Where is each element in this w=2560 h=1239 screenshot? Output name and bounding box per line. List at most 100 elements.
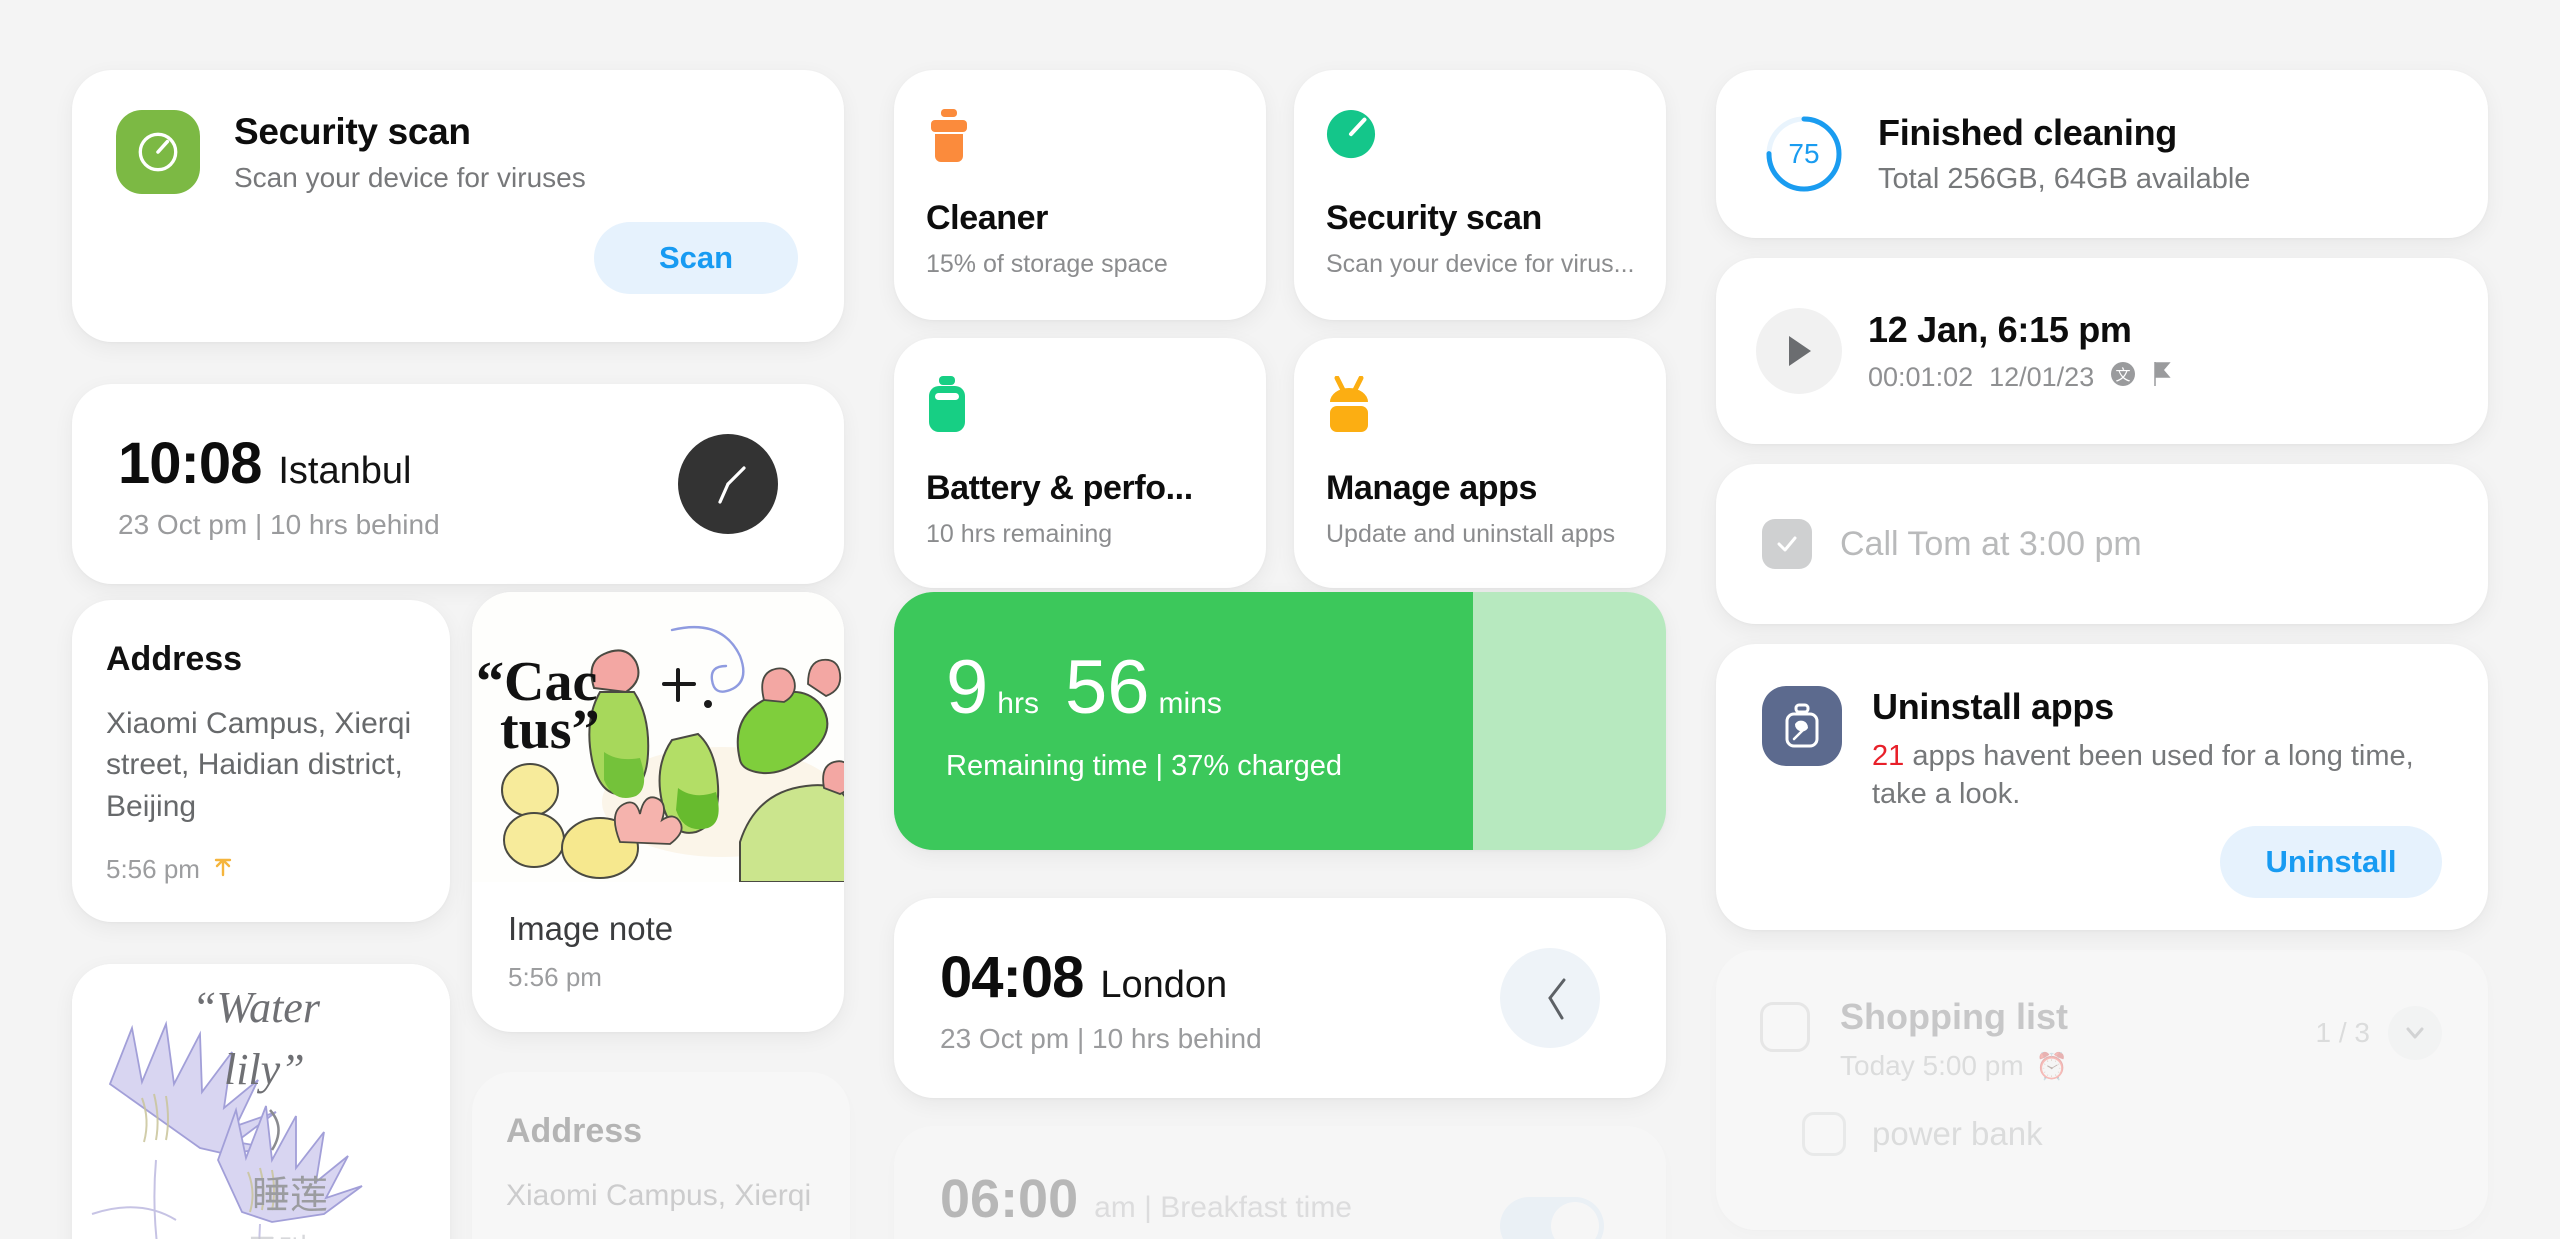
- uninstall-trash-icon: [1762, 686, 1842, 766]
- shopping-item-label: power bank: [1872, 1115, 2043, 1152]
- recording-text: 12 Jan, 6:15 pm 00:01:02 12/01/23 文: [1868, 309, 2172, 394]
- analog-clock-face-icon: [1500, 948, 1600, 1048]
- recording-title: 12 Jan, 6:15 pm: [1868, 308, 2132, 350]
- address-footer: 5:56 pm: [72, 827, 450, 886]
- battery-hours-unit: hrs: [997, 687, 1039, 720]
- tile-manage-apps[interactable]: Manage apps Update and uninstall apps: [1294, 338, 1666, 588]
- shield-scan-icon: [116, 110, 200, 194]
- world-clock-london[interactable]: 04:08 London 23 Oct pm | 10 hrs behind: [894, 898, 1666, 1098]
- tile-battery-subtitle: 10 hrs remaining: [926, 520, 1113, 548]
- water-lily-note-widget[interactable]: “Water lily” 睡莲 又叫: [72, 964, 450, 1239]
- shopping-list-header: Shopping list Today 5:00 pm ⏰ 1 / 3: [1716, 950, 2488, 1082]
- battery-hours: 9: [946, 645, 989, 730]
- shopping-list-count: 1 / 3: [2315, 1017, 2370, 1048]
- clock-london-time: 04:08: [940, 945, 1084, 1010]
- finished-cleaning-text: Finished cleaning Total 256GB, 64GB avai…: [1878, 112, 2250, 196]
- address-title-faded: Address: [506, 1112, 643, 1150]
- shopping-list-subtitle-row: Today 5:00 pm ⏰: [1840, 1050, 2316, 1082]
- tile-cleaner-subtitle: 15% of storage space: [926, 250, 1168, 278]
- address-time: 5:56 pm: [106, 854, 200, 885]
- alarm-meta: am | Breakfast time: [1094, 1191, 1352, 1224]
- image-note-caption: Image note: [508, 910, 674, 947]
- world-clock-istanbul[interactable]: 10:08 Istanbul 23 Oct pm | 10 hrs behind: [72, 384, 844, 584]
- security-scan-text: Security scan Scan your device for virus…: [234, 111, 586, 194]
- shopping-list-title: Shopping list: [1840, 996, 2068, 1037]
- scan-button[interactable]: Scan: [594, 222, 798, 294]
- transcribe-icon[interactable]: 文: [2110, 361, 2136, 394]
- svg-text:文: 文: [2116, 367, 2131, 384]
- storage-score-ring: 75: [1762, 112, 1846, 196]
- uninstall-text: Uninstall apps 21 apps havent been used …: [1872, 686, 2488, 813]
- address-body-faded: Xiaomi Campus, Xierqi: [506, 1179, 812, 1212]
- recording-widget[interactable]: 12 Jan, 6:15 pm 00:01:02 12/01/23 文: [1716, 258, 2488, 444]
- android-apps-icon: [1294, 338, 1666, 439]
- address-title: Address: [106, 640, 243, 678]
- tile-manage-apps-subtitle: Update and uninstall apps: [1326, 520, 1616, 548]
- security-scan-title: Security scan: [234, 110, 471, 152]
- uninstall-count: 21: [1872, 740, 1905, 772]
- tile-cleaner[interactable]: Cleaner 15% of storage space: [894, 70, 1266, 320]
- tile-manage-apps-title: Manage apps: [1326, 469, 1537, 507]
- recording-meta: 00:01:02 12/01/23 文: [1868, 361, 2172, 394]
- trash-icon: [894, 70, 1266, 169]
- tile-security-scan-title: Security scan: [1326, 199, 1542, 237]
- image-note-time: 5:56 pm: [508, 962, 602, 992]
- recording-duration: 00:01:02: [1868, 361, 1974, 392]
- recording-row: 12 Jan, 6:15 pm 00:01:02 12/01/23 文: [1716, 258, 2488, 444]
- task-row: Call Tom at 3:00 pm: [1716, 464, 2488, 624]
- security-scan-header: Security scan Scan your device for virus…: [72, 70, 844, 194]
- flag-icon[interactable]: [2152, 361, 2172, 394]
- battery-remaining-time: 9 hrs 56 mins: [946, 645, 1666, 730]
- finished-cleaning-subtitle: Total 256GB, 64GB available: [1878, 163, 2251, 195]
- security-scan-subtitle: Scan your device for viruses: [234, 161, 586, 193]
- finished-cleaning-row: 75 Finished cleaning Total 256GB, 64GB a…: [1716, 70, 2488, 238]
- chevron-down-icon[interactable]: [2388, 1006, 2442, 1060]
- shopping-item-checkbox[interactable]: [1802, 1112, 1846, 1156]
- task-checkbox[interactable]: [1762, 519, 1812, 569]
- alarm-time: 06:00: [940, 1169, 1079, 1229]
- cactus-illustration: “Cac tus”: [472, 592, 844, 882]
- clock-london-city: London: [1100, 964, 1228, 1006]
- svg-text:tus”: tus”: [500, 699, 600, 761]
- tile-battery-title: Battery & perfo...: [926, 469, 1193, 507]
- task-widget[interactable]: Call Tom at 3:00 pm: [1716, 464, 2488, 624]
- shopping-list-checkbox[interactable]: [1760, 1002, 1810, 1052]
- shopping-list-subtitle: Today 5:00 pm: [1840, 1050, 2024, 1081]
- widgets-canvas: Security scan Scan your device for virus…: [0, 0, 2560, 1239]
- battery-remaining-widget[interactable]: 9 hrs 56 mins Remaining time | 37% charg…: [894, 592, 1666, 850]
- water-lily-illustration: “Water lily” 睡莲 又叫: [72, 964, 450, 1239]
- svg-text:“Water: “Water: [192, 983, 321, 1032]
- security-scan-widget[interactable]: Security scan Scan your device for virus…: [72, 70, 844, 342]
- uninstall-title: Uninstall apps: [1872, 686, 2114, 727]
- alarm-toggle[interactable]: [1500, 1197, 1604, 1239]
- uninstall-description: 21 apps havent been used for a long time…: [1872, 738, 2454, 813]
- finished-cleaning-widget[interactable]: 75 Finished cleaning Total 256GB, 64GB a…: [1716, 70, 2488, 238]
- alarm-clock-icon: ⏰: [2035, 1051, 2069, 1081]
- battery-minutes-unit: mins: [1158, 687, 1222, 720]
- alarm-widget[interactable]: 06:00 am | Breakfast time: [894, 1126, 1666, 1239]
- shield-scan-icon: [1294, 70, 1666, 169]
- play-icon[interactable]: [1756, 308, 1842, 394]
- tile-cleaner-title: Cleaner: [926, 199, 1048, 237]
- list-item[interactable]: power bank: [1716, 1082, 2488, 1156]
- shopping-list-widget[interactable]: Shopping list Today 5:00 pm ⏰ 1 / 3 powe…: [1716, 950, 2488, 1230]
- uninstall-button[interactable]: Uninstall: [2220, 826, 2442, 898]
- battery-widget-content: 9 hrs 56 mins Remaining time | 37% charg…: [894, 592, 1666, 783]
- uninstall-description-rest: apps havent been used for a long time, t…: [1872, 740, 2414, 810]
- battery-icon: [894, 338, 1266, 439]
- clock-istanbul-city: Istanbul: [278, 450, 412, 492]
- address-note-widget[interactable]: Address Xiaomi Campus, Xierqi street, Ha…: [72, 600, 450, 922]
- tile-battery-performance[interactable]: Battery & perfo... 10 hrs remaining: [894, 338, 1266, 588]
- storage-score-value: 75: [1788, 138, 1820, 169]
- clock-istanbul-time: 10:08: [118, 431, 262, 496]
- tile-security-scan[interactable]: Security scan Scan your device for virus…: [1294, 70, 1666, 320]
- finished-cleaning-title: Finished cleaning: [1878, 112, 2177, 153]
- address-note-widget-faded[interactable]: Address Xiaomi Campus, Xierqi: [472, 1072, 850, 1239]
- svg-text:lily”: lily”: [224, 1045, 305, 1094]
- alarm-toggle-knob: [1551, 1202, 1599, 1239]
- svg-text:又叫: 又叫: [248, 1234, 308, 1239]
- uninstall-apps-widget[interactable]: Uninstall apps 21 apps havent been used …: [1716, 644, 2488, 930]
- up-arrow-icon: [212, 853, 234, 886]
- uninstall-row: Uninstall apps 21 apps havent been used …: [1716, 644, 2488, 813]
- image-note-widget[interactable]: “Cac tus” Image note 5:56 pm: [472, 592, 844, 1032]
